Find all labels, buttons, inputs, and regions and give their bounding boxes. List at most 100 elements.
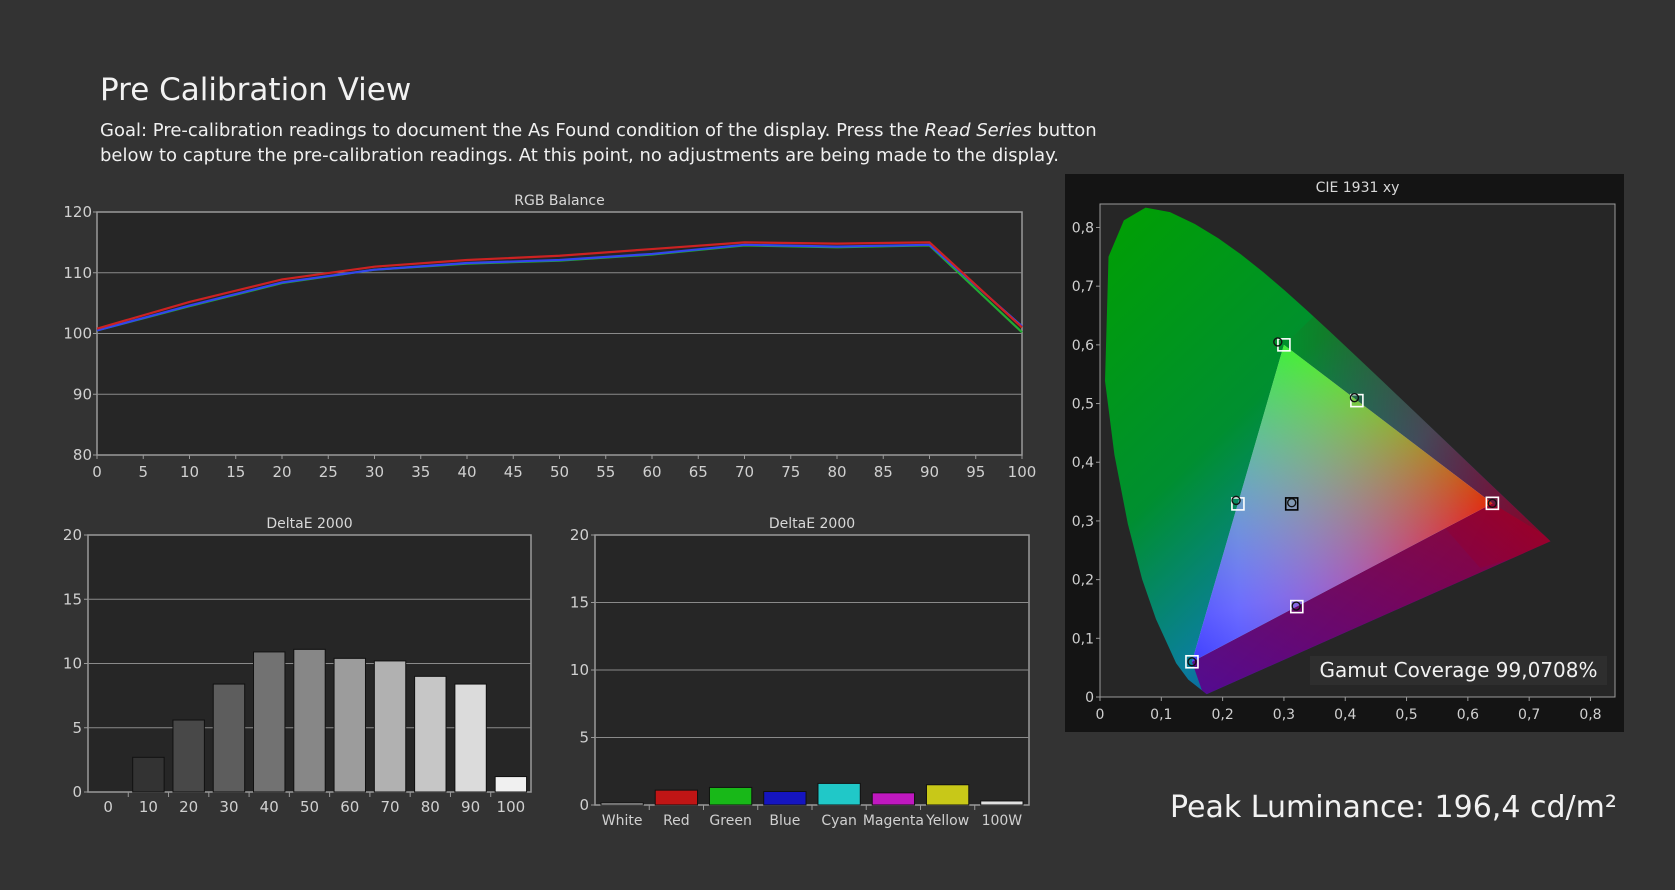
cie-1931-chart: CIE 1931 xy 0 0,1 0,2 0,3 0,4 0,5 0,6 0,7 0,8 0 0,1… (1065, 174, 1624, 732)
x-tick-label: Green (709, 813, 751, 829)
x-tick-label: 65 (689, 463, 708, 481)
x-tick-label: 20 (179, 798, 198, 816)
x-tick-label: 90 (920, 463, 939, 481)
x-tick-label: 95 (966, 463, 985, 481)
y-tick-label: 0,8 (1072, 220, 1094, 236)
y-tick-label: 100 (63, 325, 92, 343)
x-tick-label: 40 (457, 463, 476, 481)
y-tick-label: 0 (72, 783, 82, 801)
x-tick-label: 0,5 (1395, 707, 1417, 723)
x-tick-label: 55 (596, 463, 615, 481)
x-tick-label: 70 (380, 798, 399, 816)
x-tick-label: 60 (340, 798, 359, 816)
gamut-coverage-label: Gamut Coverage 99,0708% (1310, 656, 1607, 685)
x-tick-label: 0,2 (1211, 707, 1233, 723)
x-tick-label: Cyan (821, 813, 857, 829)
grayscale-deltae-chart: DeltaE 2000 0 5 10 15 20 0 10 20 30 40 50 60 70 80 90 10… (63, 516, 532, 816)
x-tick-label: 0,4 (1334, 707, 1356, 723)
y-tick-label: 15 (570, 594, 589, 612)
charts-canvas: RGB Balance80901001101200 5 10 15 20 25 30 35 40… (63, 174, 1624, 829)
x-tick-label: 20 (272, 463, 291, 481)
y-tick-label: 0,7 (1072, 279, 1094, 295)
bar-20 (172, 719, 205, 793)
x-tick-label: 0,3 (1273, 707, 1295, 723)
bar-100w (980, 800, 1024, 806)
bar-10 (132, 756, 165, 793)
x-tick-label: Yellow (925, 813, 969, 829)
y-tick-label: 0,6 (1072, 338, 1094, 354)
bar-60 (333, 657, 366, 793)
x-tick-label: 100 (497, 798, 526, 816)
y-tick-label: 0 (1085, 690, 1094, 706)
x-tick-label: 0 (103, 798, 113, 816)
y-tick-label: 5 (579, 729, 589, 747)
x-tick-label: 70 (735, 463, 754, 481)
bar-blue (763, 791, 807, 806)
x-tick-label: Blue (769, 813, 800, 829)
x-tick-label: 80 (421, 798, 440, 816)
bar-white (600, 802, 644, 806)
chart-title: RGB Balance (514, 193, 604, 209)
x-tick-label: 90 (461, 798, 480, 816)
rgb-balance-chart: RGB Balance 80 90 100 110 120 0 5 10 15 20 25 30 35 40… (63, 193, 1036, 481)
x-tick-label: 35 (411, 463, 430, 481)
x-tick-label: 10 (180, 463, 199, 481)
y-tick-label: 10 (570, 661, 589, 679)
chart-title: DeltaE 2000 (769, 516, 855, 532)
x-tick-label: 30 (219, 798, 238, 816)
x-tick-label: 0 (1096, 707, 1105, 723)
bar-40 (253, 651, 286, 793)
x-tick-label: 85 (874, 463, 893, 481)
y-tick-label: 20 (570, 526, 589, 544)
y-tick-label: 110 (63, 264, 92, 282)
x-tick-label: 25 (319, 463, 338, 481)
bar-80 (414, 675, 447, 793)
x-tick-label: 0,6 (1457, 707, 1479, 723)
x-tick-label: White (602, 813, 643, 829)
bar-green (708, 786, 753, 806)
bar-70 (373, 660, 407, 793)
x-tick-label: 45 (504, 463, 523, 481)
x-tick-label: 0,8 (1579, 707, 1601, 723)
y-tick-label: 120 (63, 203, 92, 221)
y-tick-label: 80 (73, 446, 92, 464)
y-tick-label: 5 (72, 719, 82, 737)
bar-yellow (925, 784, 970, 806)
x-tick-label: 60 (642, 463, 661, 481)
bar-red (654, 789, 699, 806)
color-deltae-chart: DeltaE 2000 0 5 10 15 20 White Red Green Blue Cyan… (570, 516, 1030, 829)
x-tick-label: 40 (260, 798, 279, 816)
x-tick-label: 5 (138, 463, 148, 481)
x-tick-label: 75 (781, 463, 800, 481)
x-tick-label: 100 (1008, 463, 1037, 481)
x-tick-label: 50 (550, 463, 569, 481)
x-tick-label: 0,1 (1150, 707, 1172, 723)
bar-90 (454, 683, 487, 793)
y-tick-label: 15 (63, 590, 82, 608)
x-tick-label: 15 (226, 463, 245, 481)
x-tick-label: 100W (982, 813, 1023, 829)
y-tick-label: 0,5 (1072, 397, 1094, 413)
y-tick-label: 0,2 (1072, 573, 1094, 589)
x-tick-label: 80 (827, 463, 846, 481)
x-tick-label: 0,7 (1518, 707, 1540, 723)
x-tick-label: 50 (300, 798, 319, 816)
y-tick-label: 0,3 (1072, 514, 1094, 530)
chart-title: CIE 1931 xy (1316, 180, 1400, 196)
y-tick-label: 0,1 (1072, 631, 1094, 647)
bar-30 (212, 683, 246, 793)
y-tick-label: 90 (73, 385, 92, 403)
x-tick-label: 10 (139, 798, 158, 816)
peak-luminance-label: Peak Luminance: 196,4 cd/m² (1170, 790, 1617, 825)
x-tick-label: 0 (92, 463, 102, 481)
y-tick-label: 0,4 (1072, 455, 1094, 471)
bar-100 (494, 776, 528, 793)
y-tick-label: 10 (63, 655, 82, 673)
bar-50 (293, 648, 326, 793)
chart-title: DeltaE 2000 (266, 516, 352, 532)
y-tick-label: 20 (63, 526, 82, 544)
x-tick-label: Magenta (863, 813, 924, 829)
x-tick-label: Red (663, 813, 690, 829)
bar-magenta (871, 792, 916, 806)
y-tick-label: 0 (579, 796, 589, 814)
